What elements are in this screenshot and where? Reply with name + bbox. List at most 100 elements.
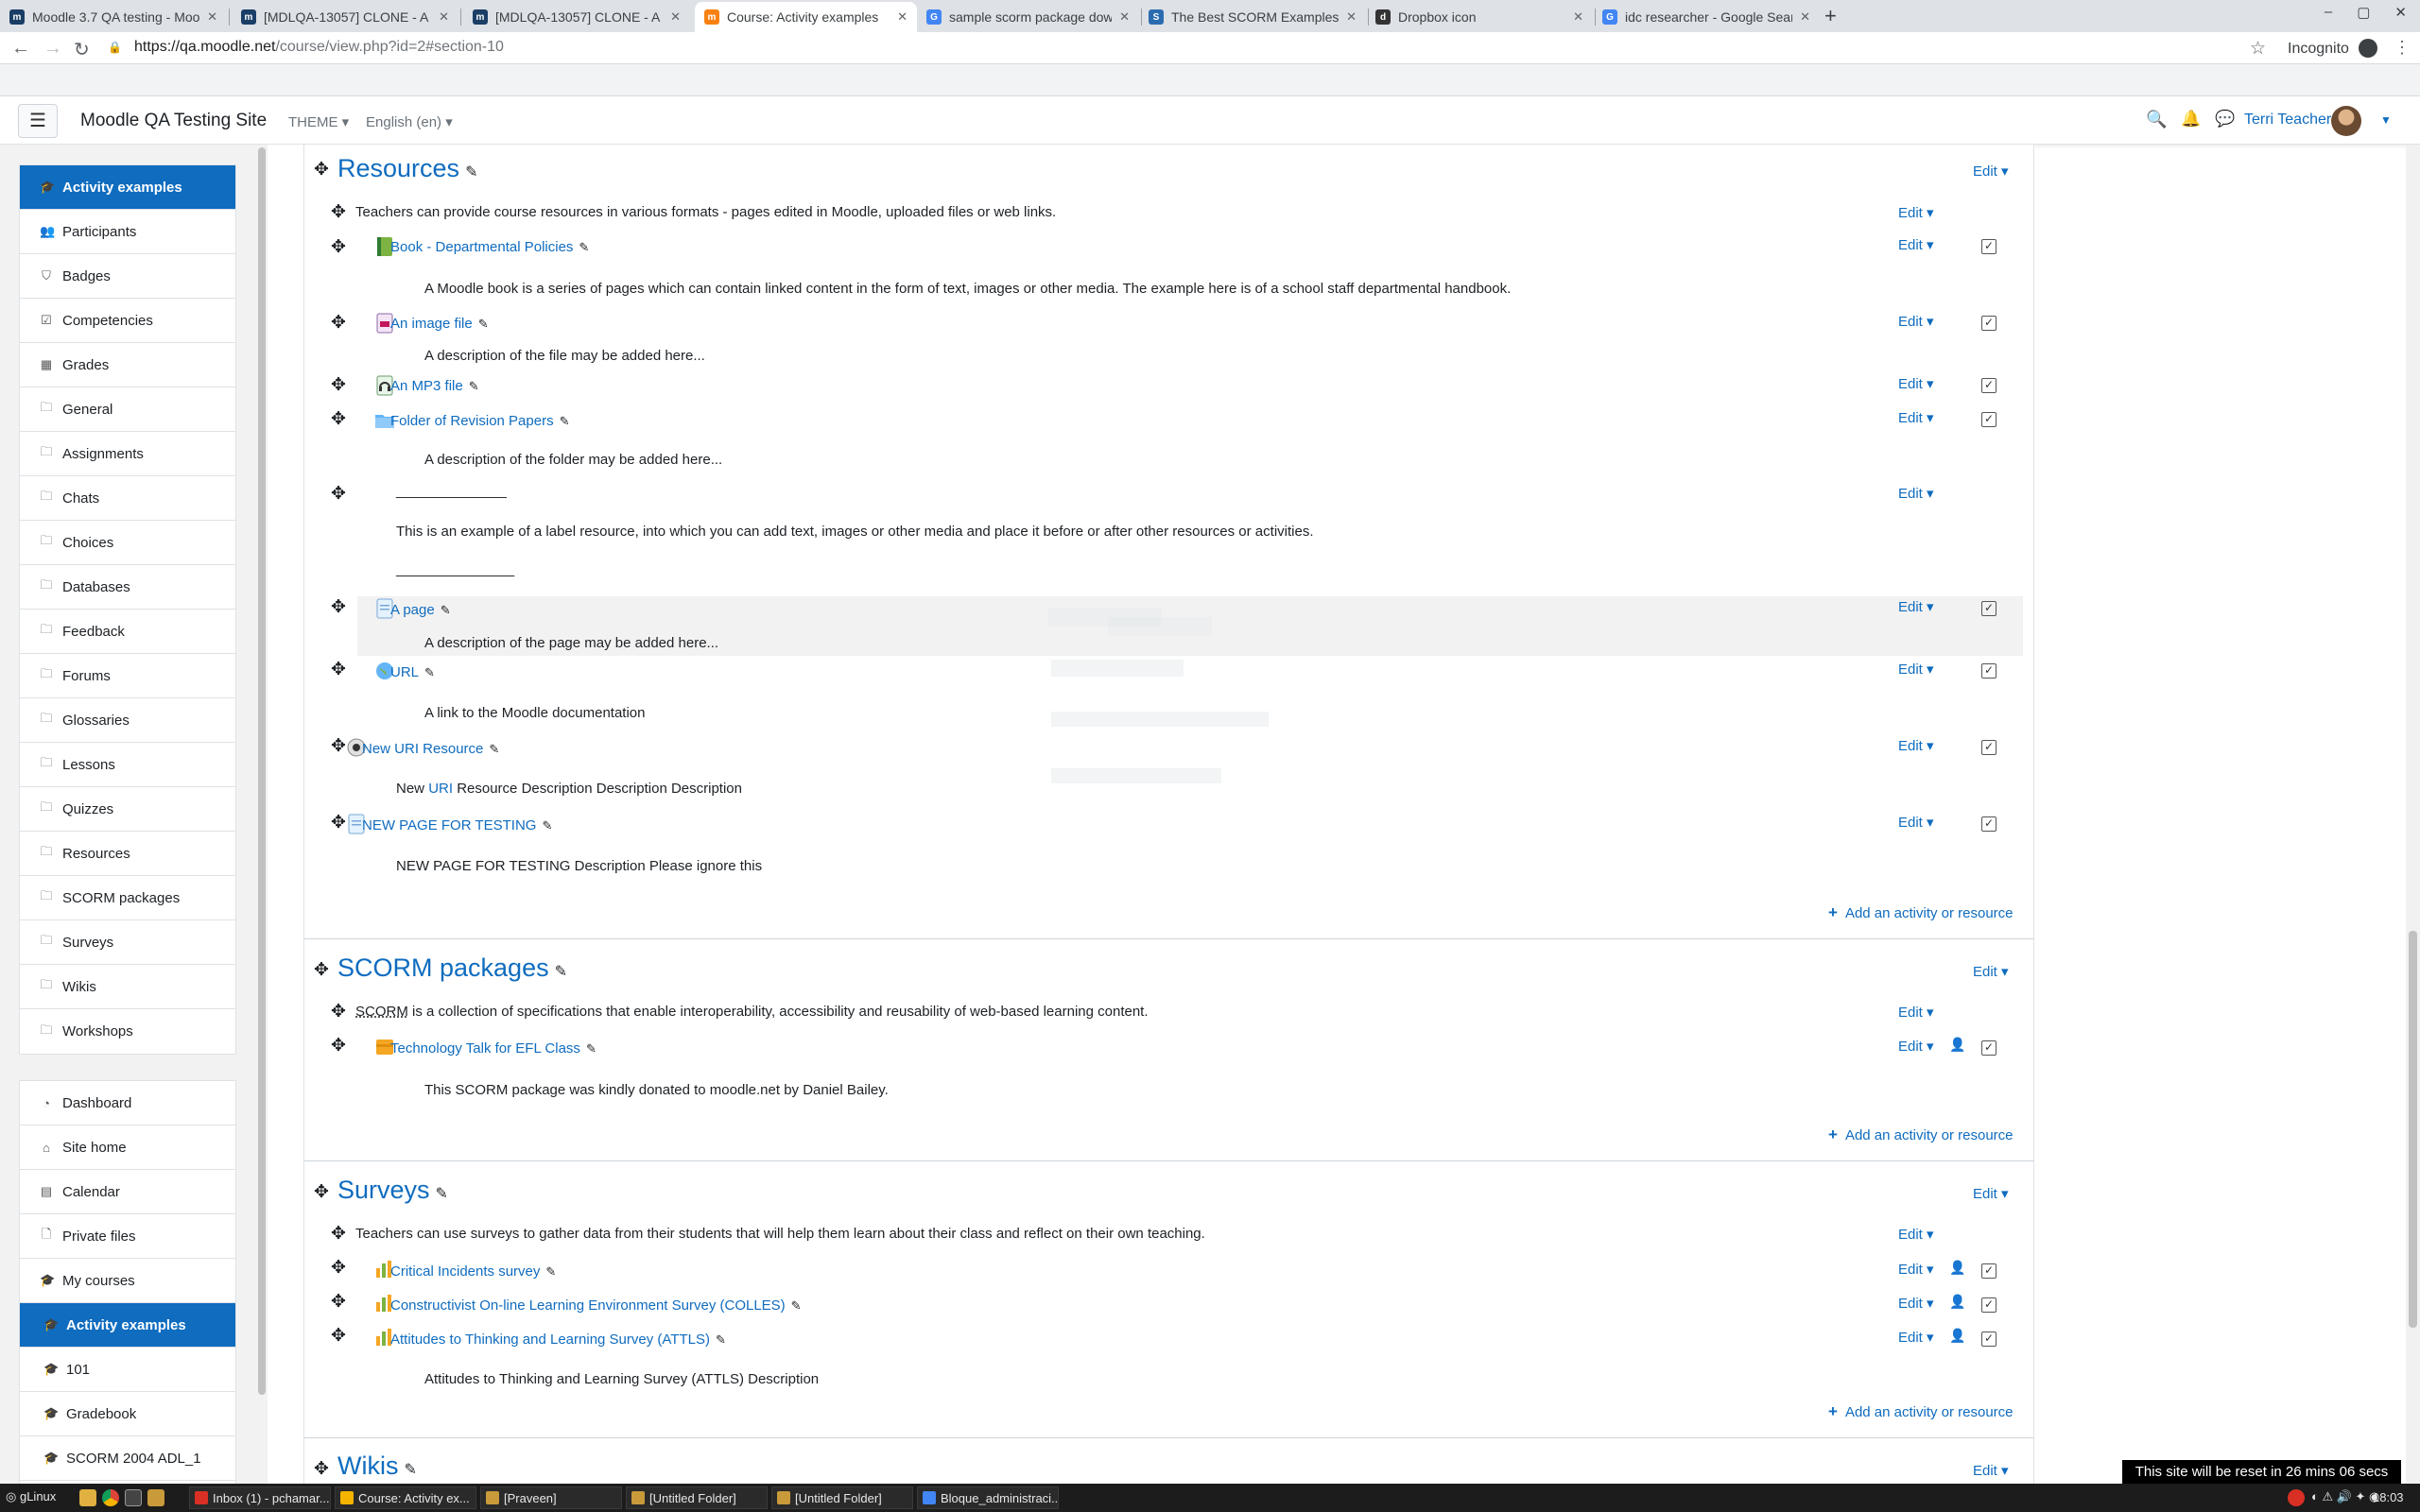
activity-link-survey-attls[interactable]: Attitudes to Thinking and Learning Surve… [390, 1332, 726, 1348]
move-icon[interactable]: ✥ [314, 1181, 329, 1203]
move-icon[interactable]: ✥ [331, 312, 346, 334]
chrome-icon[interactable] [102, 1489, 119, 1506]
edit-menu[interactable]: Edit ▾ [1898, 409, 1934, 426]
pencil-icon[interactable]: ✎ [555, 964, 567, 980]
activity-link-folder[interactable]: Folder of Revision Papers ✎ [390, 413, 570, 429]
edit-menu[interactable]: Edit ▾ [1898, 236, 1934, 253]
edit-menu[interactable]: Edit ▾ [1898, 598, 1934, 615]
taskbar-window[interactable]: [Untitled Folder] [771, 1486, 913, 1509]
drawer-item[interactable]: 🗋 Private files [20, 1214, 235, 1259]
completion-checkbox[interactable]: ✓ [1981, 1040, 1996, 1056]
move-icon[interactable]: ✥ [331, 812, 346, 833]
pencil-icon[interactable]: ✎ [545, 1264, 556, 1279]
browser-tab[interactable]: Gidc researcher - Google Sear ✕ [1593, 2, 1820, 32]
browser-tab[interactable]: m [MDLQA-13057] CLONE - A t ✕ [463, 2, 690, 32]
tab-close-icon[interactable]: ✕ [439, 9, 449, 25]
pencil-icon[interactable]: ✎ [469, 379, 479, 393]
move-icon[interactable]: ✥ [331, 596, 346, 618]
drawer-item[interactable]: 🗀 Quizzes [20, 787, 235, 832]
move-icon[interactable]: ✥ [331, 1291, 346, 1313]
move-icon[interactable]: ✥ [331, 201, 346, 223]
move-icon[interactable]: ✥ [331, 1257, 346, 1279]
drawer-item[interactable]: 🗀 Surveys [20, 920, 235, 965]
drawer-item[interactable]: 🗀 Glossaries [20, 698, 235, 743]
browser-tab[interactable]: S The Best SCORM Examples: S ✕ [1139, 2, 1366, 32]
taskbar-window[interactable]: [Untitled Folder] [626, 1486, 768, 1509]
move-icon[interactable]: ✥ [314, 159, 329, 180]
edit-menu[interactable]: Edit ▾ [1898, 313, 1934, 330]
tab-close-icon[interactable]: ✕ [670, 9, 681, 25]
drawer-item[interactable]: 🗀 Lessons [20, 743, 235, 787]
activity-link-survey-critical[interactable]: Critical Incidents survey ✎ [390, 1263, 556, 1280]
add-activity-link[interactable]: + Add an activity or resource [1828, 1402, 2014, 1421]
edit-menu[interactable]: Edit ▾ [1898, 204, 1934, 221]
avatar[interactable] [2331, 106, 2361, 136]
tab-close-icon[interactable]: ✕ [1800, 9, 1810, 25]
bookmark-star-icon[interactable]: ☆ [2250, 38, 2266, 60]
drawer-item[interactable]: 🗀 Assignments [20, 432, 235, 476]
activity-link-scorm[interactable]: Technology Talk for EFL Class ✎ [390, 1040, 596, 1057]
drawer-item[interactable]: ▦ Grades [20, 343, 235, 387]
pencil-icon[interactable]: ✎ [424, 665, 435, 679]
drawer-item[interactable]: 🗀 General [20, 387, 235, 432]
completion-checkbox[interactable]: ✓ [1981, 239, 1996, 254]
reload-icon[interactable]: ↻ [74, 38, 90, 61]
drawer-scrollbar-thumb[interactable] [258, 147, 266, 1395]
activity-link-survey-colles[interactable]: Constructivist On-line Learning Environm… [390, 1297, 802, 1314]
uri-link[interactable]: URI [428, 781, 453, 797]
drawer-item[interactable]: 🗀 Feedback [20, 610, 235, 654]
tab-close-icon[interactable]: ✕ [897, 9, 908, 25]
drawer-item[interactable]: 🎓 101 [20, 1348, 235, 1392]
move-icon[interactable]: ✥ [331, 1001, 346, 1022]
completion-checkbox[interactable]: ✓ [1981, 740, 1996, 755]
move-icon[interactable]: ✥ [331, 1325, 346, 1347]
group-mode-icon[interactable]: 👤 [1949, 1260, 1965, 1276]
drawer-item[interactable]: 🎓 SCORM 2004 ADL_1 [20, 1436, 235, 1481]
add-activity-link[interactable]: + Add an activity or resource [1828, 903, 2014, 922]
edit-menu[interactable]: Edit ▾ [1898, 661, 1934, 678]
search-icon[interactable]: 🔍 [2146, 110, 2167, 129]
address-bar[interactable]: https://qa.moodle.net/course/view.php?id… [115, 39, 504, 56]
activity-link-url[interactable]: URL ✎ [390, 664, 435, 680]
move-icon[interactable]: ✥ [331, 236, 346, 258]
add-activity-link[interactable]: + Add an activity or resource [1828, 1125, 2014, 1144]
maximize-button[interactable]: ▢ [2357, 4, 2370, 21]
drawer-item[interactable]: 🎓 Activity examples [20, 165, 235, 210]
move-icon[interactable]: ✥ [314, 959, 329, 981]
drawer-item[interactable]: ⌂ Site home [20, 1125, 235, 1170]
drawer-toggle-button[interactable]: ☰ [18, 104, 58, 138]
browser-menu-icon[interactable]: ⋮ [2394, 38, 2411, 58]
completion-checkbox[interactable]: ✓ [1981, 1297, 1996, 1313]
edit-menu[interactable]: Edit ▾ [1898, 814, 1934, 831]
section-edit-menu[interactable]: Edit ▾ [1973, 1462, 2009, 1479]
drawer-item[interactable]: 🗀 Chats [20, 476, 235, 521]
edit-menu[interactable]: Edit ▾ [1898, 375, 1934, 392]
section-title-resources[interactable]: Resources ✎ [337, 154, 477, 183]
pencil-icon[interactable]: ✎ [404, 1462, 416, 1478]
pencil-icon[interactable]: ✎ [542, 818, 552, 833]
drawer-item[interactable]: 🗀 Workshops [20, 1009, 235, 1054]
move-icon[interactable]: ✥ [331, 735, 346, 757]
edit-menu[interactable]: Edit ▾ [1898, 1038, 1934, 1055]
pencil-icon[interactable]: ✎ [586, 1041, 596, 1056]
forward-icon[interactable]: → [43, 38, 62, 60]
move-icon[interactable]: ✥ [331, 408, 346, 430]
tab-close-icon[interactable]: ✕ [1119, 9, 1130, 25]
theme-menu[interactable]: THEME ▾ [288, 113, 349, 130]
minimize-button[interactable]: – [2325, 4, 2332, 21]
drawer-item[interactable]: 🎓 Gradebook [20, 1392, 235, 1436]
activity-link-book[interactable]: Book - Departmental Policies ✎ [390, 239, 589, 255]
taskbar-window[interactable]: [Praveen] [480, 1486, 622, 1509]
completion-checkbox[interactable]: ✓ [1981, 412, 1996, 427]
activity-link-mp3[interactable]: An MP3 file ✎ [390, 378, 479, 394]
activity-link-image[interactable]: An image file ✎ [390, 316, 489, 332]
tab-close-icon[interactable]: ✕ [207, 9, 217, 25]
move-icon[interactable]: ✥ [331, 659, 346, 680]
completion-checkbox[interactable]: ✓ [1981, 378, 1996, 393]
edit-menu[interactable]: Edit ▾ [1898, 485, 1934, 502]
drawer-item[interactable]: 🗀 Choices [20, 521, 235, 565]
edit-menu[interactable]: Edit ▾ [1898, 1004, 1934, 1021]
drawer-item[interactable]: 🗀 Resources [20, 832, 235, 876]
browser-tab[interactable]: d Dropbox icon ✕ [1366, 2, 1593, 32]
completion-checkbox[interactable]: ✓ [1981, 663, 1996, 679]
